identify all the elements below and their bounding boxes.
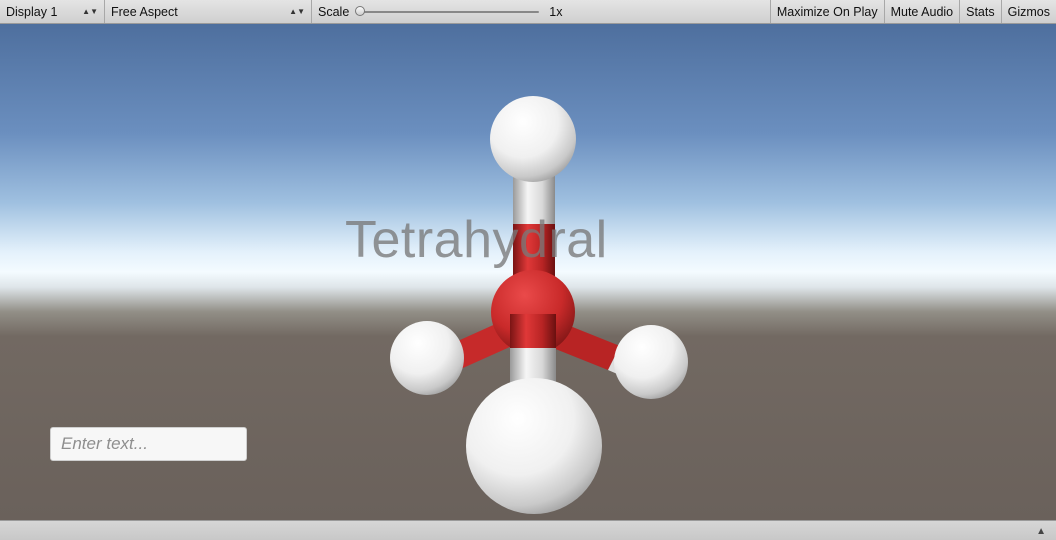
status-bar: ▲ xyxy=(0,520,1056,540)
scale-slider-thumb[interactable] xyxy=(355,5,366,16)
maximize-on-play-button[interactable]: Maximize On Play xyxy=(771,0,885,23)
gizmos-label: Gizmos xyxy=(1007,4,1050,19)
triangle-icon: ▲ xyxy=(1036,526,1046,537)
scale-slider[interactable] xyxy=(355,5,540,16)
gizmos-button[interactable]: Gizmos xyxy=(1002,0,1056,23)
game-view-toolbar: Display 1 ▲▼ Free Aspect ▲▼ Scale 1x Max… xyxy=(0,0,1056,24)
game-viewport: Tetrahydral xyxy=(0,24,1056,520)
stats-button[interactable]: Stats xyxy=(960,0,1002,23)
aspect-label: Free Aspect xyxy=(111,4,178,19)
atom-right xyxy=(614,325,688,399)
mute-audio-button[interactable]: Mute Audio xyxy=(885,0,961,23)
scale-value: 1x xyxy=(549,4,563,19)
aspect-dropdown[interactable]: Free Aspect ▲▼ xyxy=(105,0,312,23)
updown-arrows-icon: ▲▼ xyxy=(289,7,305,16)
atom-left xyxy=(390,321,464,395)
atom-front xyxy=(466,378,602,514)
updown-arrows-icon: ▲▼ xyxy=(82,7,98,16)
text-input-field[interactable] xyxy=(50,427,247,461)
display-label: Display 1 xyxy=(6,4,58,19)
mute-audio-label: Mute Audio xyxy=(890,4,954,19)
stats-label: Stats xyxy=(966,4,995,19)
bond-front xyxy=(510,314,556,388)
atom-top xyxy=(490,96,576,182)
display-dropdown[interactable]: Display 1 ▲▼ xyxy=(0,0,105,23)
molecule-title-label: Tetrahydral xyxy=(345,211,608,269)
scale-control: Scale 1x xyxy=(312,0,771,23)
maximize-on-play-label: Maximize On Play xyxy=(776,4,878,19)
scale-label: Scale xyxy=(318,4,350,19)
